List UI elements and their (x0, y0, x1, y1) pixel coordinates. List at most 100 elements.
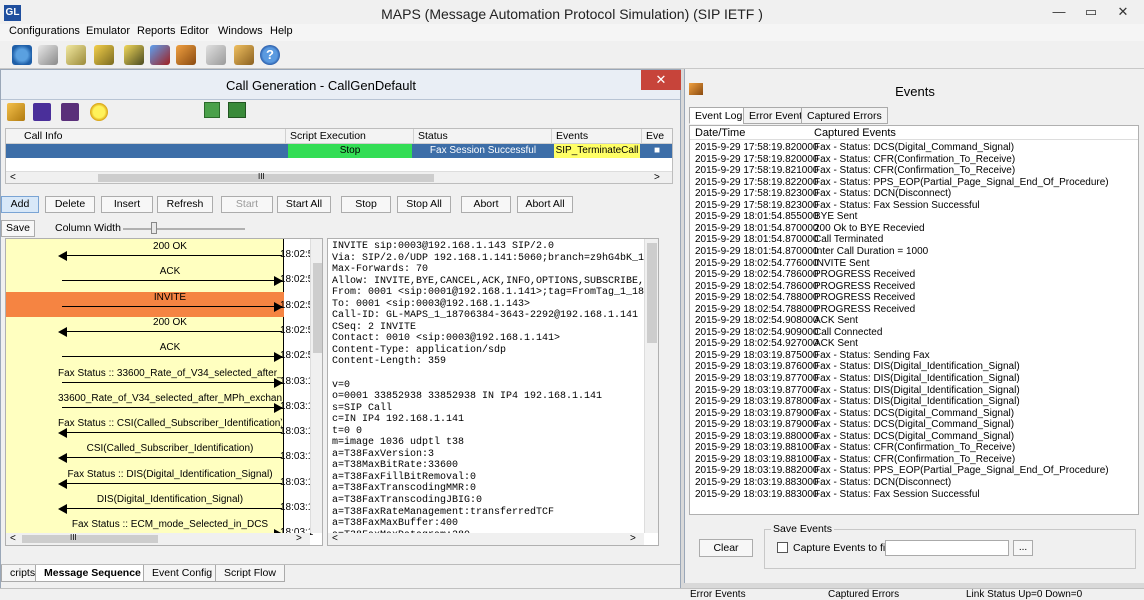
column-header-events[interactable]: Events (552, 129, 642, 144)
event-log-row[interactable]: 2015-9-29 17:58:19.823000 Fax - Status: F… (690, 200, 1138, 212)
event-log-row[interactable]: 2015-9-29 18:03:19.877000 Fax - Status: D… (690, 385, 1138, 397)
abort-all-button[interactable]: Abort All (517, 196, 573, 213)
scroll-left-arrow-icon[interactable]: < (10, 172, 16, 183)
tab-message-sequence[interactable]: Message Sequence (35, 565, 150, 582)
event-log-row[interactable]: 2015-9-29 18:01:54.870000 Inter Call Dura… (690, 246, 1138, 258)
event-log-row[interactable]: 2015-9-29 18:02:54.776000 INVITE Sent (690, 258, 1138, 270)
sequence-message[interactable]: 33600_Rate_of_V34_selected_after_MPh_exc… (6, 393, 313, 418)
insert-button[interactable]: Insert (101, 196, 153, 213)
event-log-row[interactable]: 2015-9-29 17:58:19.823000 Fax - Status: D… (690, 188, 1138, 200)
tools-icon[interactable] (206, 45, 226, 65)
event-log-row[interactable]: 2015-9-29 18:02:54.908000 ACK Sent (690, 315, 1138, 327)
tab-script-flow[interactable]: Script Flow (215, 565, 285, 582)
event-log-row[interactable]: 2015-9-29 18:03:19.878000 Fax - Status: D… (690, 396, 1138, 408)
sequence-message[interactable]: Fax Status :: 33600_Rate_of_V34_selected… (6, 368, 313, 393)
briefcase-icon[interactable] (176, 45, 196, 65)
abort-button[interactable]: Abort (461, 196, 511, 213)
scroll-right-arrow-icon[interactable]: > (296, 533, 302, 544)
event-log-row[interactable]: 2015-9-29 18:03:19.877000 Fax - Status: D… (690, 373, 1138, 385)
menu-configurations[interactable]: Configurations (9, 25, 80, 37)
scroll-thumb[interactable] (647, 243, 657, 343)
event-log-row[interactable]: 2015-9-29 18:03:19.881000 Fax - Status: C… (690, 442, 1138, 454)
call-generation-close-button[interactable]: ✕ (641, 70, 681, 90)
scroll-right-arrow-icon[interactable]: > (630, 533, 636, 544)
event-log-row[interactable]: 2015-9-29 17:58:19.822000 Fax - Status: P… (690, 177, 1138, 189)
sequence-horizontal-scrollbar[interactable]: < III > (6, 533, 310, 545)
event-log-row[interactable]: 2015-9-29 18:03:19.883000 Fax - Status: D… (690, 477, 1138, 489)
event-log-row[interactable]: 2015-9-29 18:03:19.876000 Fax - Status: D… (690, 361, 1138, 373)
event-log-row[interactable]: 2015-9-29 18:01:54.870000 200 Ok to BYE R… (690, 223, 1138, 235)
tab-event-log[interactable]: Event Log (689, 107, 749, 124)
event-log-row[interactable]: 2015-9-29 17:58:19.821000 Fax - Status: C… (690, 165, 1138, 177)
traffic-light-icon[interactable] (204, 102, 220, 118)
network-icon[interactable] (228, 102, 246, 118)
save-icon[interactable] (33, 103, 51, 121)
key-icon[interactable] (234, 45, 254, 65)
books-icon[interactable] (150, 45, 170, 65)
event-log-row[interactable]: 2015-9-29 18:02:54.927000 ACK Sent (690, 338, 1138, 350)
scroll-right-arrow-icon[interactable]: > (654, 172, 660, 183)
column-header-call-info[interactable]: Call Info (6, 129, 286, 144)
column-header-captured-events[interactable]: Captured Events (814, 127, 1138, 139)
sequence-vertical-scrollbar[interactable] (310, 239, 322, 533)
close-button[interactable]: ✕ (1110, 3, 1136, 21)
column-header-eve[interactable]: Eve (642, 129, 672, 144)
open-folder-icon[interactable] (7, 103, 25, 121)
menu-editor[interactable]: Editor (180, 25, 209, 37)
scroll-left-arrow-icon[interactable]: < (10, 533, 16, 544)
gear-icon[interactable] (12, 45, 32, 65)
event-log-row[interactable]: 2015-9-29 18:03:19.879000 Fax - Status: D… (690, 419, 1138, 431)
message-vertical-scrollbar[interactable] (644, 239, 658, 533)
gears-icon[interactable] (124, 45, 144, 65)
event-log-row[interactable]: 2015-9-29 18:02:54.788000 PROGRESS Receiv… (690, 292, 1138, 304)
scroll-thumb[interactable]: III (98, 172, 434, 182)
script-execution-cell[interactable]: Stop (288, 144, 412, 158)
sequence-message[interactable]: CSI(Called_Subscriber_Identification) 18:… (6, 443, 313, 468)
tab-event-config[interactable]: Event Config (143, 565, 222, 582)
menu-reports[interactable]: Reports (137, 25, 176, 37)
event-log-row[interactable]: 2015-9-29 17:58:19.820000 Fax - Status: C… (690, 154, 1138, 166)
event-log-row[interactable]: 2015-9-29 18:02:54.909000 Call Connected (690, 327, 1138, 339)
scroll-left-arrow-icon[interactable]: < (332, 533, 338, 544)
browse-button[interactable]: ... (1013, 540, 1033, 556)
refresh-button[interactable]: Refresh (157, 196, 213, 213)
table-row[interactable]: GL-MAPS_1_18706384-3643-2292@192.168.1.1… (6, 144, 672, 171)
column-header-script-execution[interactable]: Script Execution (286, 129, 414, 144)
start-button[interactable]: Start (221, 196, 273, 213)
scroll-thumb[interactable] (313, 263, 322, 353)
event-log-row[interactable]: 2015-9-29 18:02:54.786000 PROGRESS Receiv… (690, 269, 1138, 281)
stop-button[interactable]: Stop (341, 196, 391, 213)
menu-help[interactable]: Help (270, 25, 293, 37)
sequence-message[interactable]: 200 OK 18:02:5 (6, 241, 313, 266)
capture-events-checkbox[interactable] (777, 542, 788, 553)
lightbulb-icon[interactable] (90, 103, 108, 121)
event-log-row[interactable]: 2015-9-29 18:02:54.788000 PROGRESS Receiv… (690, 304, 1138, 316)
save-as-icon[interactable] (61, 103, 79, 121)
menu-windows[interactable]: Windows (218, 25, 263, 37)
clear-button[interactable]: Clear (699, 539, 753, 557)
capture-file-input[interactable] (885, 540, 1009, 556)
delete-button[interactable]: Delete (45, 196, 95, 213)
event-log-row[interactable]: 2015-9-29 18:03:19.883000 Fax - Status: F… (690, 489, 1138, 501)
menu-emulator[interactable]: Emulator (86, 25, 130, 37)
stop-all-button[interactable]: Stop All (397, 196, 451, 213)
call-info-horizontal-scrollbar[interactable]: < III > (6, 171, 672, 183)
event-log-row[interactable]: 2015-9-29 18:02:54.786000 PROGRESS Receiv… (690, 281, 1138, 293)
sequence-message[interactable]: ACK 18:02:5 (6, 342, 313, 367)
tab-captured-errors[interactable]: Captured Errors (801, 107, 888, 124)
save-button[interactable]: Save (1, 220, 35, 237)
start-all-button[interactable]: Start All (277, 196, 331, 213)
status-captured-errors[interactable]: Captured Errors (828, 589, 899, 600)
sequence-message[interactable]: 200 OK 18:02:5 (6, 317, 313, 342)
column-width-slider-track[interactable] (123, 228, 245, 230)
minimize-button[interactable]: — (1046, 3, 1072, 21)
sequence-message[interactable]: INVITE 18:02:5 (6, 291, 313, 317)
event-log-row[interactable]: 2015-9-29 18:01:54.855000 BYE Sent (690, 211, 1138, 223)
event-log-row[interactable]: 2015-9-29 17:58:19.820000 Fax - Status: D… (690, 142, 1138, 154)
sequence-message[interactable]: Fax Status :: CSI(Called_Subscriber_Iden… (6, 418, 313, 443)
message-horizontal-scrollbar[interactable]: < > (328, 533, 644, 545)
event-log-row[interactable]: 2015-9-29 18:03:19.879000 Fax - Status: D… (690, 408, 1138, 420)
event-log-row[interactable]: 2015-9-29 18:03:19.875000 Fax - Status: S… (690, 350, 1138, 362)
settings-wheel-icon[interactable] (94, 45, 114, 65)
event-log-row[interactable]: 2015-9-29 18:01:54.870000 Call Terminated (690, 234, 1138, 246)
